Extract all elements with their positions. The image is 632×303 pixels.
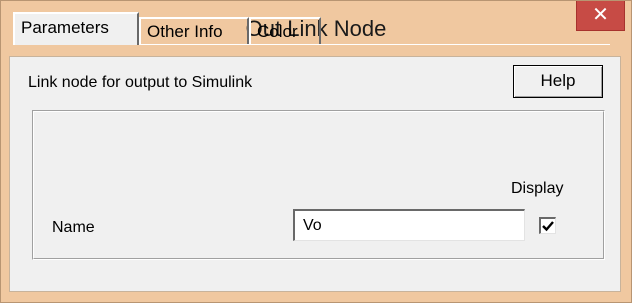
description-label: Link node for output to Simulink	[28, 74, 253, 91]
tab-other-info[interactable]: Other Info	[139, 17, 249, 44]
tab-color[interactable]: Color	[249, 17, 321, 44]
help-button[interactable]: Help	[513, 65, 603, 98]
close-icon: ✕	[592, 4, 609, 26]
display-checkbox[interactable]	[539, 217, 556, 234]
tab-parameters[interactable]: Parameters	[13, 12, 139, 45]
close-button[interactable]: ✕	[576, 1, 625, 31]
name-input[interactable]	[293, 209, 525, 241]
check-icon	[542, 221, 554, 232]
name-label: Name	[52, 219, 95, 236]
display-label: Display	[511, 180, 564, 197]
